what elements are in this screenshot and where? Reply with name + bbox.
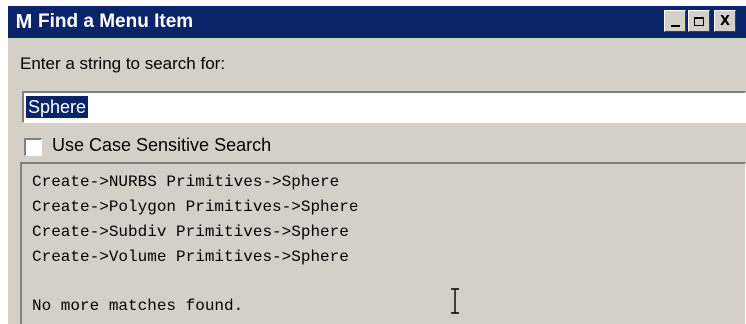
close-icon: X — [719, 13, 731, 29]
text-cursor-icon — [451, 288, 459, 314]
minimize-button[interactable] — [664, 10, 686, 32]
results-spacer — [32, 270, 745, 294]
result-item-volume-sphere[interactable]: Create->Volume Primitives->Sphere — [32, 245, 745, 270]
case-sensitive-label[interactable]: Use Case Sensitive Search — [52, 135, 271, 156]
close-button[interactable]: X — [714, 10, 736, 32]
title-bar[interactable]: M Find a Menu Item X — [8, 6, 746, 38]
results-status-text: No more matches found. — [32, 297, 244, 315]
search-input[interactable] — [22, 91, 746, 123]
maximize-button[interactable] — [688, 10, 710, 32]
search-prompt-label: Enter a string to search for: — [20, 54, 226, 73]
result-item-polygon-sphere[interactable]: Create->Polygon Primitives->Sphere — [32, 195, 745, 220]
find-menu-item-dialog: M Find a Menu Item X Enter a string to s… — [8, 6, 746, 324]
maximize-icon — [694, 16, 704, 26]
minimize-icon — [670, 24, 680, 27]
search-input-selected-text: Sphere — [26, 96, 89, 118]
window-title: Find a Menu Item — [38, 11, 194, 32]
result-item-nurbs-sphere[interactable]: Create->NURBS Primitives->Sphere — [32, 170, 745, 195]
maya-icon: M — [15, 10, 33, 33]
results-list[interactable]: Create->NURBS Primitives->Sphere Create-… — [20, 162, 746, 324]
case-sensitive-checkbox[interactable] — [24, 138, 42, 156]
result-item-subdiv-sphere[interactable]: Create->Subdiv Primitives->Sphere — [32, 220, 745, 245]
